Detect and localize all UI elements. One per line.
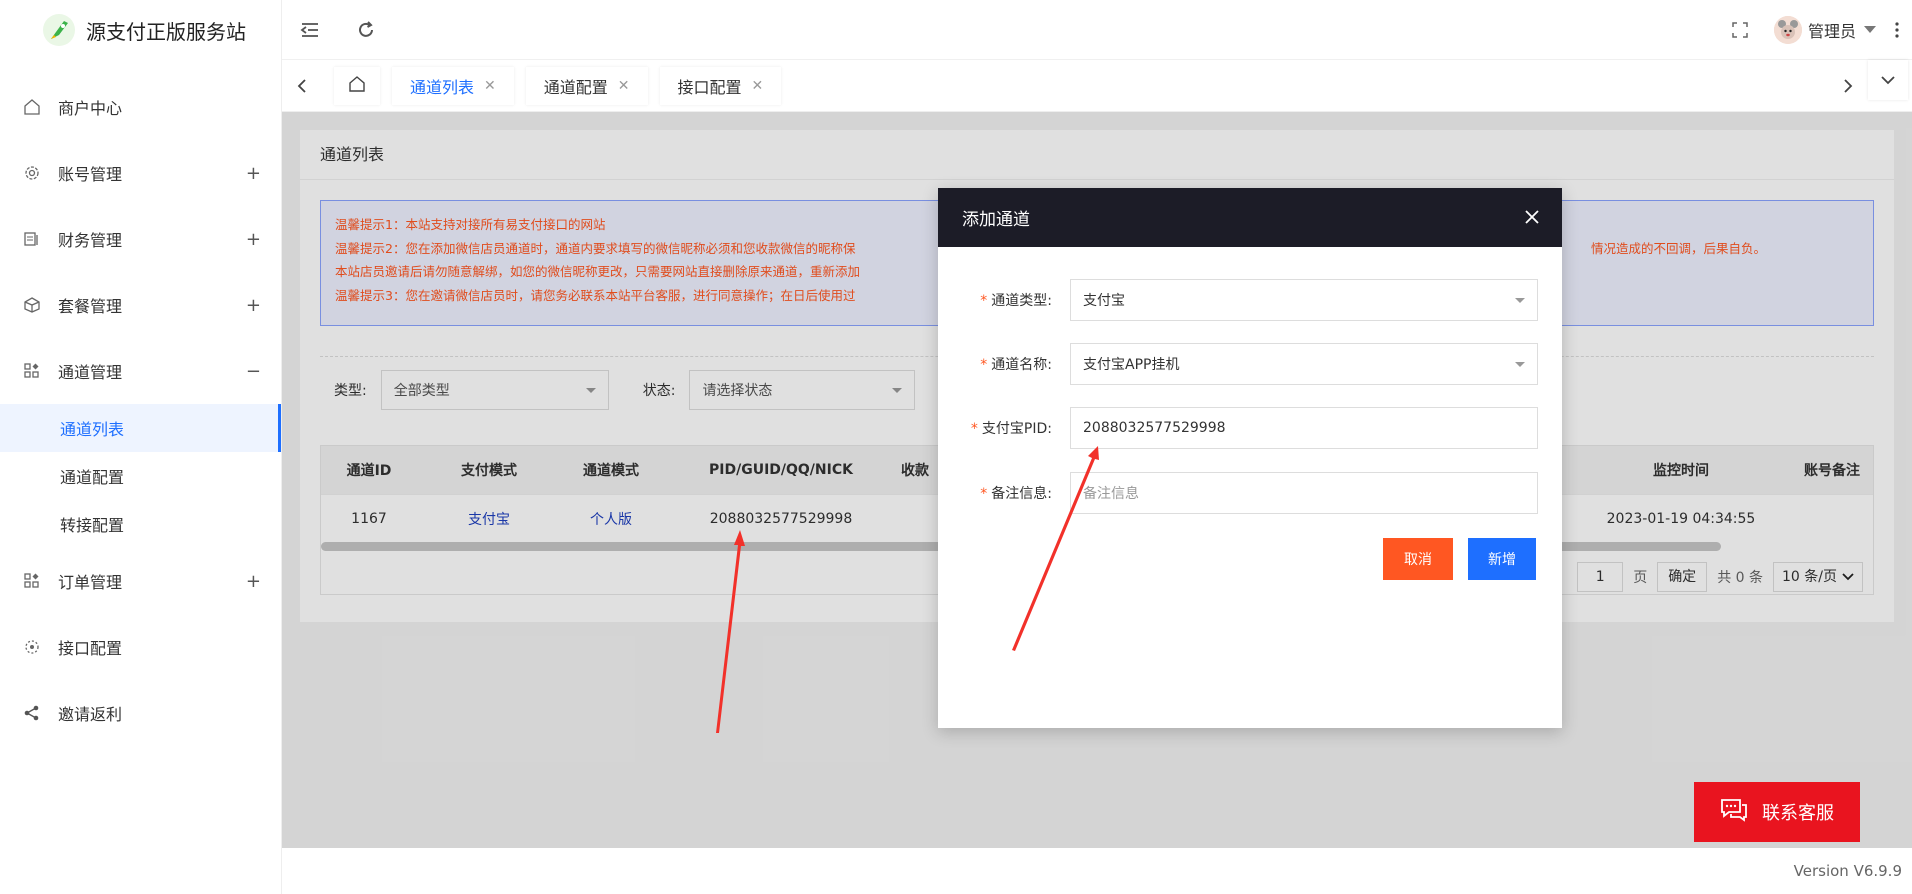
alipay-pid-input[interactable]: 2088032577529998 (1070, 407, 1538, 449)
refresh-icon[interactable] (338, 0, 394, 60)
gear-icon (22, 163, 42, 183)
expand-icon[interactable]: + (246, 571, 261, 592)
sidebar-item-package[interactable]: 套餐管理 + (0, 272, 281, 338)
sidebar-item-label: 套餐管理 (58, 297, 123, 316)
field-channel-name: * 通道名称: 支付宝APP挂机 (938, 342, 1562, 386)
home-icon (22, 97, 42, 117)
fullscreen-icon[interactable] (1712, 0, 1768, 60)
caret-down-icon (1515, 362, 1525, 367)
field-channel-type: * 通道类型: 支付宝 (938, 278, 1562, 322)
close-icon[interactable]: ✕ (752, 78, 764, 94)
package-icon (22, 295, 42, 315)
version-label: Version V6.9.9 (1793, 862, 1902, 880)
chat-icon (1720, 798, 1748, 827)
sidebar-item-label: 商户中心 (58, 99, 123, 118)
chevron-right-icon[interactable] (1828, 60, 1868, 112)
tab-label: 接口配置 (677, 77, 742, 97)
sidebar-item-finance[interactable]: 财务管理 + (0, 206, 281, 272)
add-button[interactable]: 新增 (1468, 538, 1536, 580)
collapse-icon[interactable]: − (246, 361, 261, 382)
username: 管理员 (1807, 21, 1856, 41)
expand-icon[interactable]: + (246, 295, 261, 316)
sidebar-subitem-channel-config[interactable]: 通道配置 (0, 452, 281, 500)
sidebar-menu: 商户中心 账号管理 + 财务管理 + 套餐管理 + 通道管理 − 通道列表 通道… (0, 74, 281, 746)
footer: Version V6.9.9 (282, 848, 1912, 894)
remark-input[interactable]: 备注信息 (1070, 472, 1538, 514)
settings-icon (22, 637, 42, 657)
field-label: * 支付宝PID: (970, 421, 1052, 437)
more-vertical-icon[interactable] (1882, 0, 1912, 60)
logo[interactable]: 源支付正版服务站 (0, 0, 281, 60)
field-label: * 备注信息: (980, 486, 1052, 502)
expand-icon[interactable]: + (246, 163, 261, 184)
caret-down-icon (1515, 298, 1525, 303)
sidebar-item-label: 账号管理 (58, 165, 123, 184)
grid-icon (22, 361, 42, 381)
sidebar-item-label: 接口配置 (58, 639, 123, 658)
tab-channel-list[interactable]: 通道列表 ✕ (392, 66, 514, 105)
contact-service-button[interactable]: 联系客服 (1694, 782, 1860, 842)
tab-controls (1828, 59, 1912, 112)
tab-label: 通道列表 (410, 77, 475, 97)
sidebar: 源支付正版服务站 商户中心 账号管理 + 财务管理 + 套餐管理 + 通道管理 … (0, 0, 282, 894)
field-label-text: 通道名称: (991, 357, 1052, 373)
contact-label: 联系客服 (1762, 803, 1834, 824)
channel-type-value: 支付宝 (1083, 293, 1125, 309)
avatar (1773, 15, 1802, 44)
chevron-left-icon[interactable] (282, 60, 322, 112)
modal-title: 添加通道 (962, 210, 1030, 230)
sidebar-item-channel[interactable]: 通道管理 − (0, 338, 281, 404)
field-label-text: 支付宝PID: (981, 421, 1052, 437)
close-icon[interactable]: ✕ (618, 78, 630, 94)
share-icon (22, 703, 42, 723)
sidebar-item-orders[interactable]: 订单管理 + (0, 548, 281, 614)
channel-submenu: 通道列表 通道配置 转接配置 (0, 404, 281, 548)
sidebar-subitem-channel-list[interactable]: 通道列表 (0, 404, 281, 452)
field-label: * 通道类型: (980, 293, 1052, 309)
sidebar-item-invite[interactable]: 邀请返利 (0, 680, 281, 746)
app-title: 源支付正版服务站 (86, 19, 246, 44)
cancel-button[interactable]: 取消 (1383, 538, 1453, 580)
tab-bar: 通道列表 ✕ 通道配置 ✕ 接口配置 ✕ (282, 59, 1912, 112)
top-bar: 管理员 (282, 0, 1912, 60)
channel-type-select[interactable]: 支付宝 (1070, 279, 1538, 321)
sidebar-item-label: 财务管理 (58, 231, 123, 250)
user-menu[interactable]: 管理员 (1768, 0, 1882, 60)
tab-channel-config[interactable]: 通道配置 ✕ (525, 66, 648, 105)
close-icon[interactable]: ✕ (484, 78, 496, 94)
tab-home[interactable] (334, 66, 380, 105)
sidebar-item-label: 订单管理 (58, 573, 123, 592)
sidebar-item-merchant-center[interactable]: 商户中心 (0, 74, 281, 140)
rocket-logo-icon (42, 13, 76, 47)
modal-header: 添加通道 (938, 188, 1562, 247)
channel-name-value: 支付宝APP挂机 (1083, 357, 1180, 373)
field-label: * 通道名称: (980, 357, 1052, 373)
top-bar-right: 管理员 (1712, 0, 1912, 60)
caret-down-icon (1864, 26, 1876, 33)
sidebar-item-api-config[interactable]: 接口配置 (0, 614, 281, 680)
field-label-text: 备注信息: (991, 486, 1052, 502)
finance-icon (22, 229, 42, 249)
field-remark: * 备注信息: 备注信息 (938, 471, 1562, 515)
tab-api-config[interactable]: 接口配置 ✕ (659, 66, 782, 105)
sidebar-item-label: 邀请返利 (58, 705, 123, 724)
expand-icon[interactable]: + (246, 229, 261, 250)
tab-label: 通道配置 (543, 77, 608, 97)
close-icon[interactable] (1524, 206, 1540, 230)
home-icon (348, 75, 366, 97)
channel-name-select[interactable]: 支付宝APP挂机 (1070, 343, 1538, 385)
chevron-down-icon[interactable] (1868, 59, 1908, 100)
grid-icon (22, 571, 42, 591)
field-label-text: 通道类型: (991, 293, 1052, 309)
sidebar-item-account[interactable]: 账号管理 + (0, 140, 281, 206)
field-alipay-pid: * 支付宝PID: 2088032577529998 (938, 406, 1562, 450)
add-channel-modal: 添加通道 * 通道类型: 支付宝 * 通道名称: 支付宝APP挂机 * 支付宝PID:… (938, 188, 1562, 728)
sidebar-item-label: 通道管理 (58, 363, 123, 382)
menu-fold-icon[interactable] (282, 0, 338, 60)
sidebar-subitem-transfer-config[interactable]: 转接配置 (0, 500, 281, 548)
